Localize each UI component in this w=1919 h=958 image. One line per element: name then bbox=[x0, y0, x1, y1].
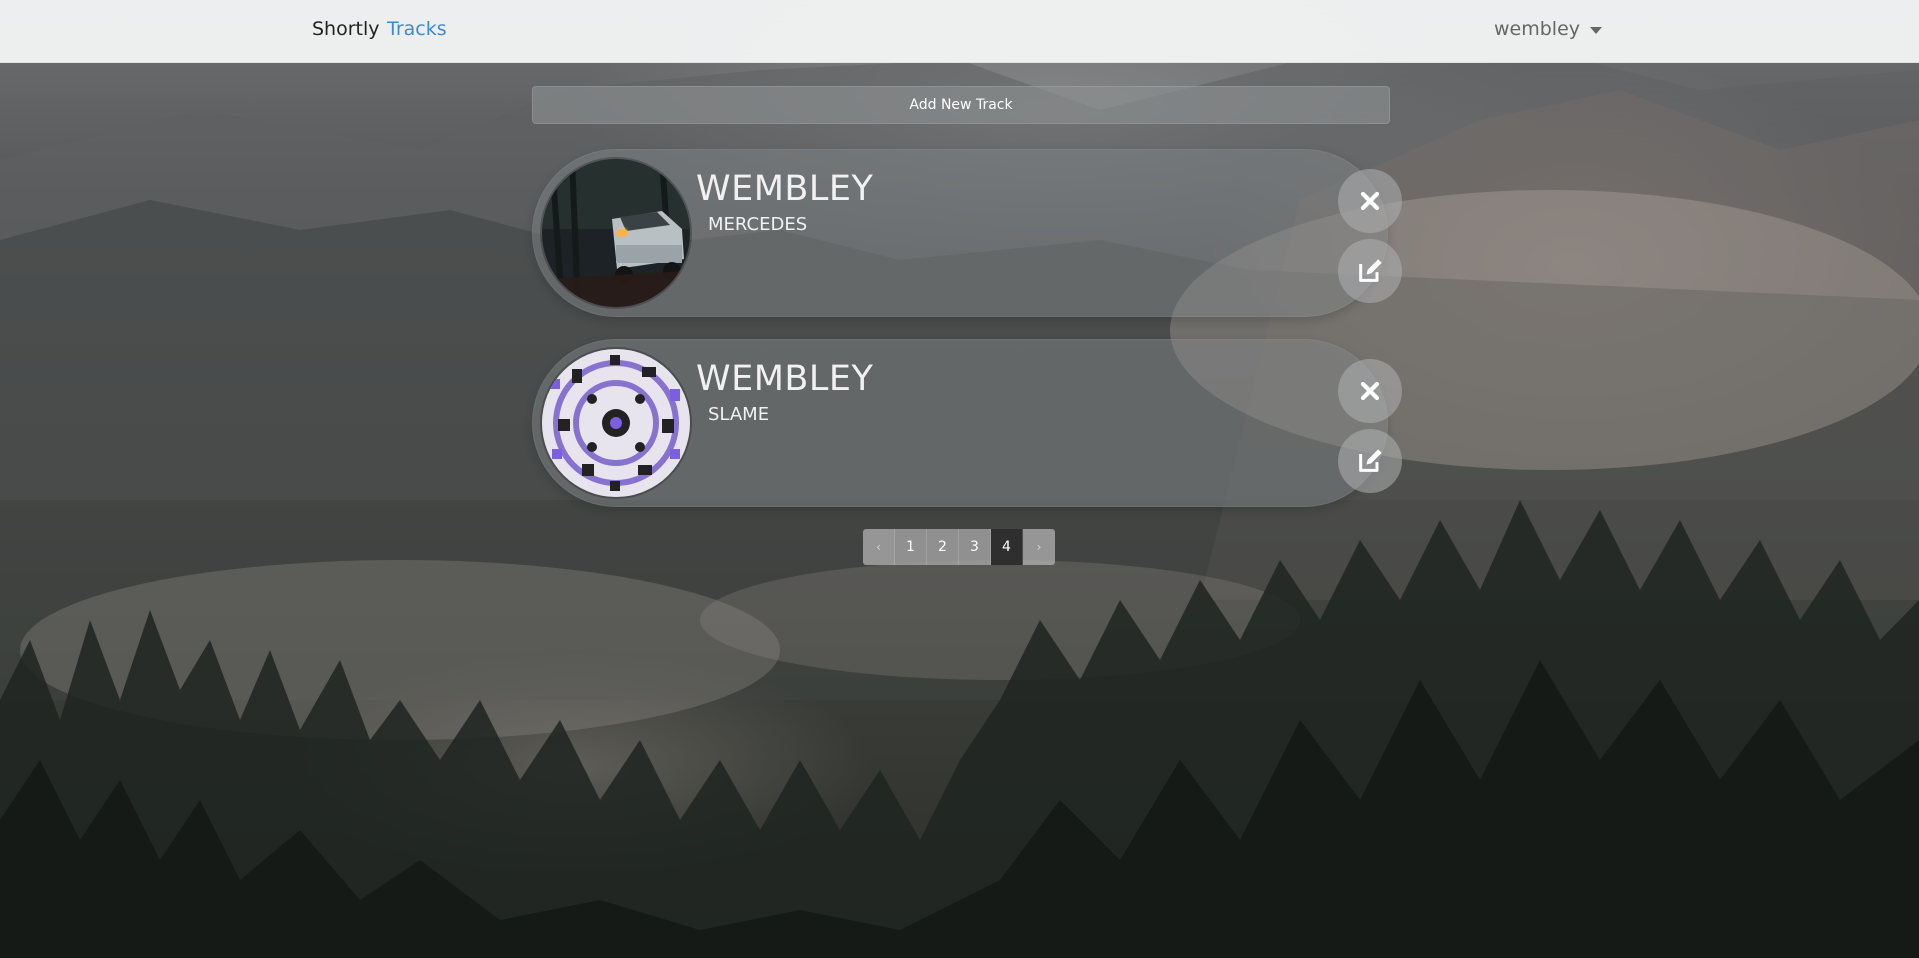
delete-track-button[interactable] bbox=[1338, 359, 1402, 423]
close-icon bbox=[1360, 191, 1380, 211]
nav-link-tracks[interactable]: Tracks bbox=[387, 18, 447, 40]
edit-track-button[interactable] bbox=[1338, 429, 1402, 493]
edit-track-button[interactable] bbox=[1338, 239, 1402, 303]
track-cover-image bbox=[542, 159, 690, 307]
pagination: ‹ 1 2 3 4 › bbox=[863, 529, 1055, 565]
track-artist: SLAME bbox=[708, 404, 770, 425]
user-dropdown[interactable]: wembley bbox=[1494, 18, 1603, 40]
edit-icon bbox=[1359, 259, 1382, 282]
track-card: WEMBLEY MERCEDES bbox=[532, 149, 1402, 317]
page-button-3[interactable]: 3 bbox=[959, 529, 991, 565]
caret-down-icon bbox=[1590, 26, 1603, 34]
add-new-track-button[interactable]: Add New Track bbox=[532, 86, 1390, 124]
track-card: WEMBLEY SLAME bbox=[532, 339, 1402, 507]
delete-track-button[interactable] bbox=[1338, 169, 1402, 233]
page-button-1[interactable]: 1 bbox=[895, 529, 927, 565]
brand-link[interactable]: Shortly bbox=[312, 18, 380, 40]
page-button-4[interactable]: 4 bbox=[991, 529, 1023, 565]
track-title: WEMBLEY bbox=[696, 359, 874, 399]
track-title: WEMBLEY bbox=[696, 169, 874, 209]
close-icon bbox=[1360, 381, 1380, 401]
user-name: wembley bbox=[1494, 18, 1581, 40]
edit-icon bbox=[1359, 449, 1382, 472]
page-next-button[interactable]: › bbox=[1023, 529, 1055, 565]
track-cover-image bbox=[542, 349, 690, 497]
page-prev-button[interactable]: ‹ bbox=[863, 529, 895, 565]
track-artist: MERCEDES bbox=[708, 214, 808, 235]
navbar: Shortly Tracks wembley bbox=[0, 0, 1919, 63]
page-button-2[interactable]: 2 bbox=[927, 529, 959, 565]
